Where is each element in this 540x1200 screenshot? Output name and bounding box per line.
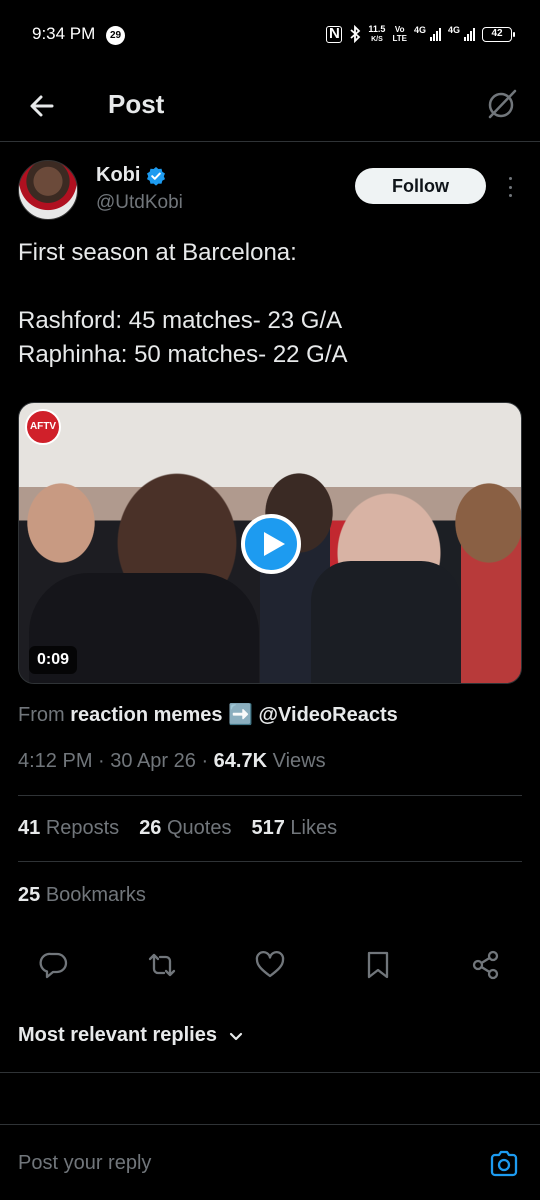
quotes-label: Quotes (167, 817, 232, 839)
verified-icon (147, 166, 166, 186)
divider (18, 795, 522, 796)
page-title: Post (108, 89, 165, 119)
repost-button[interactable] (146, 949, 178, 981)
reposts-count: 41 (18, 817, 41, 839)
notification-badge: 29 (106, 26, 125, 45)
author-handle[interactable]: @UtdKobi (96, 192, 183, 214)
like-button[interactable] (254, 949, 286, 981)
views-label: Views (272, 750, 326, 772)
share-icon (472, 950, 499, 980)
bookmark-button[interactable] (362, 949, 394, 981)
chevron-down-icon (229, 1032, 243, 1040)
bookmarks-stat[interactable]: 25 Bookmarks (18, 884, 146, 907)
likes-label: Likes (290, 817, 338, 839)
reply-input[interactable]: Post your reply (18, 1152, 151, 1175)
action-bar (0, 945, 540, 985)
likes-count: 517 (251, 817, 285, 839)
repost-icon (148, 953, 176, 977)
replies-sort-label: Most relevant replies (18, 1024, 217, 1046)
status-time: 9:34 PM (32, 24, 96, 43)
divider (0, 1072, 540, 1073)
bookmarks-count: 25 (18, 884, 41, 906)
status-bar: 9:34 PM 29 N 11.5 K/S Vo LTE 4G 4G 42 (0, 0, 540, 70)
avatar[interactable] (18, 160, 78, 220)
reply-composer: Post your reply (0, 1124, 540, 1200)
back-button[interactable] (24, 88, 60, 124)
source-link[interactable]: reaction memes ➡️ @VideoReacts (70, 704, 398, 726)
likes-stat[interactable]: 517 Likes (251, 817, 337, 840)
network-1-label: 4G (413, 25, 426, 35)
source-prefix: From (18, 704, 65, 726)
back-arrow-icon (30, 95, 54, 117)
play-icon (264, 532, 285, 556)
volte-label: Vo LTE (392, 25, 407, 43)
battery-icon: 42 (482, 26, 515, 42)
video-person-right (311, 561, 461, 683)
post-meta: 4:12 PM · 30 Apr 26 · 64.7K Views (18, 750, 326, 772)
video-logo: AFTV (25, 409, 61, 445)
author-name-row[interactable]: Kobi (96, 164, 166, 187)
nfc-icon: N (326, 25, 343, 43)
reply-button[interactable] (38, 949, 70, 981)
post-time[interactable]: 4:12 PM (18, 750, 92, 772)
grok-button[interactable] (484, 86, 520, 122)
reply-icon (39, 952, 68, 979)
network-2-label: 4G (447, 25, 460, 35)
signal-1-icon (429, 27, 441, 41)
post-text: First season at Barcelona: Rashford: 45 … (18, 239, 348, 368)
top-bar: Post (0, 70, 540, 142)
follow-button[interactable]: Follow (355, 168, 486, 204)
bookmarks-label: Bookmarks (45, 884, 146, 906)
net-speed: 11.5 K/S (368, 23, 386, 43)
replies-sort-dropdown[interactable]: Most relevant replies (18, 1024, 245, 1047)
camera-button[interactable] (488, 1148, 520, 1180)
grok-icon (488, 89, 517, 119)
post-author: Kobi @UtdKobi Follow (18, 160, 522, 224)
video-duration: 0:09 (29, 646, 78, 674)
post-source: From reaction memes ➡️ @VideoReacts (18, 702, 398, 727)
like-icon (255, 951, 285, 978)
share-button[interactable] (470, 949, 502, 981)
signal-2-icon (464, 27, 475, 41)
more-icon (508, 177, 512, 197)
quotes-count: 26 (139, 817, 162, 839)
quotes-stat[interactable]: 26 Quotes (139, 817, 231, 840)
play-button[interactable] (241, 514, 301, 574)
author-name: Kobi (96, 164, 141, 186)
views-count: 64.7K (213, 750, 268, 772)
status-icons: N 11.5 K/S Vo LTE 4G 4G 42 (326, 22, 515, 46)
engagement-stats: 41 Reposts 26 Quotes 517 Likes (18, 817, 337, 840)
more-button[interactable] (500, 174, 520, 200)
bluetooth-icon (350, 25, 361, 43)
reposts-stat[interactable]: 41 Reposts (18, 817, 119, 840)
divider (18, 861, 522, 862)
camera-icon (490, 1150, 518, 1177)
bookmark-icon (367, 951, 389, 979)
reposts-label: Reposts (45, 817, 120, 839)
post-date[interactable]: 30 Apr 26 (110, 750, 196, 772)
post-video[interactable]: AFTV 0:09 (18, 402, 522, 684)
